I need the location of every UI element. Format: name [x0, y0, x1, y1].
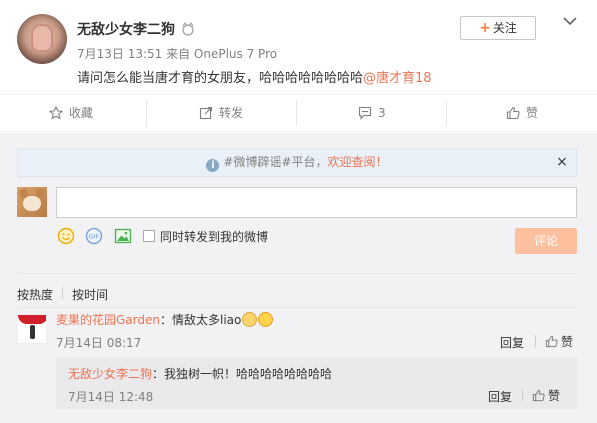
comment-text: ：情敌太多liao [159, 313, 242, 327]
divider [535, 335, 536, 347]
author-name[interactable]: 无敌少女李二狗 [77, 19, 175, 39]
favorite-label: 收藏 [69, 106, 94, 120]
divider [296, 100, 297, 126]
laughing-emoji-icon [258, 312, 274, 327]
reply-like-button[interactable]: 赞 [532, 387, 560, 404]
submit-comment-button[interactable]: 评论 [515, 228, 577, 254]
replier-name[interactable]: 无敌少女李二狗 [68, 367, 152, 381]
author-avatar[interactable] [17, 14, 67, 64]
chevron-down-icon[interactable] [562, 13, 578, 29]
like-label: 赞 [526, 106, 539, 120]
svg-text:GIF: GIF [89, 233, 100, 241]
divider [17, 307, 577, 308]
sort-by-time[interactable]: 按时间 [72, 286, 108, 303]
divider [446, 100, 447, 126]
emoji-icon[interactable] [57, 227, 75, 245]
member-badge-icon[interactable] [180, 21, 196, 36]
follow-label: 关注 [492, 21, 517, 35]
comment-time: 7月14日 08:17 [56, 336, 142, 350]
image-icon[interactable] [114, 227, 132, 245]
reply-time: 7月14日 12:48 [68, 390, 154, 404]
notice-link[interactable]: 欢迎查阅！ [328, 155, 388, 169]
comment-input[interactable] [56, 187, 577, 218]
post-meta: 7月13日 13:51 来自 OnePlus 7 Pro [77, 47, 278, 61]
comment-item: 麦果的花园Garden：情敌太多liao [56, 311, 274, 328]
thumbs-up-icon [545, 335, 558, 348]
star-icon [48, 105, 64, 120]
reply-item: 无敌少女李二狗：我独树一帜！哈哈哈哈哈哈哈哈 [68, 365, 332, 382]
plus-icon: + [479, 20, 491, 36]
post-content: 请问怎么能当唐才育的女朋友，哈哈哈哈哈哈哈哈@唐才育18 [77, 67, 432, 86]
comment-count: 3 [378, 106, 386, 120]
reply-like-label: 赞 [548, 389, 561, 403]
post-text: 请问怎么能当唐才育的女朋友，哈哈哈哈哈哈哈哈 [77, 71, 364, 86]
divider [146, 100, 147, 126]
gif-icon[interactable]: GIF [85, 227, 103, 245]
thumbs-up-icon [506, 106, 520, 120]
mention-link[interactable]: @唐才育18 [363, 71, 432, 86]
weibo-post-card: 无敌少女李二狗 7月13日 13:51 来自 OnePlus 7 Pro + 关注… [0, 0, 597, 423]
comment-icon [358, 106, 372, 120]
notice-text: #微博辟谣#平台， [223, 155, 328, 169]
divider [17, 273, 577, 274]
sort-by-hot[interactable]: 按热度 [17, 286, 53, 303]
repost-icon [199, 106, 213, 120]
repost-checkbox[interactable] [143, 230, 155, 242]
reply-reply-button[interactable]: 回复 [488, 388, 512, 405]
current-user-avatar [17, 187, 47, 217]
comment-like-label: 赞 [561, 335, 574, 349]
rumor-notice-bar: i #微博辟谣#平台，欢迎查阅！ [17, 148, 577, 177]
commenter-avatar[interactable] [17, 314, 47, 344]
reply-text: ：我独树一帜！哈哈哈哈哈哈哈哈 [152, 367, 333, 381]
cat-emoji-icon [242, 312, 258, 327]
comment-button[interactable]: 3 [358, 104, 386, 122]
follow-button[interactable]: + 关注 [460, 16, 536, 40]
commenter-name[interactable]: 麦果的花园Garden [56, 313, 160, 327]
repost-label: 转发 [219, 106, 244, 120]
repost-button[interactable]: 转发 [199, 104, 243, 122]
repost-checkbox-label: 同时转发到我的微博 [160, 230, 269, 244]
favorite-button[interactable]: 收藏 [48, 104, 94, 122]
thumbs-up-icon [532, 389, 545, 402]
divider [522, 389, 523, 401]
comment-like-button[interactable]: 赞 [545, 333, 573, 350]
reply-button[interactable]: 回复 [500, 334, 524, 351]
close-icon[interactable]: × [555, 154, 569, 170]
like-button[interactable]: 赞 [506, 104, 538, 122]
divider [62, 287, 63, 299]
info-icon: i [206, 159, 220, 172]
